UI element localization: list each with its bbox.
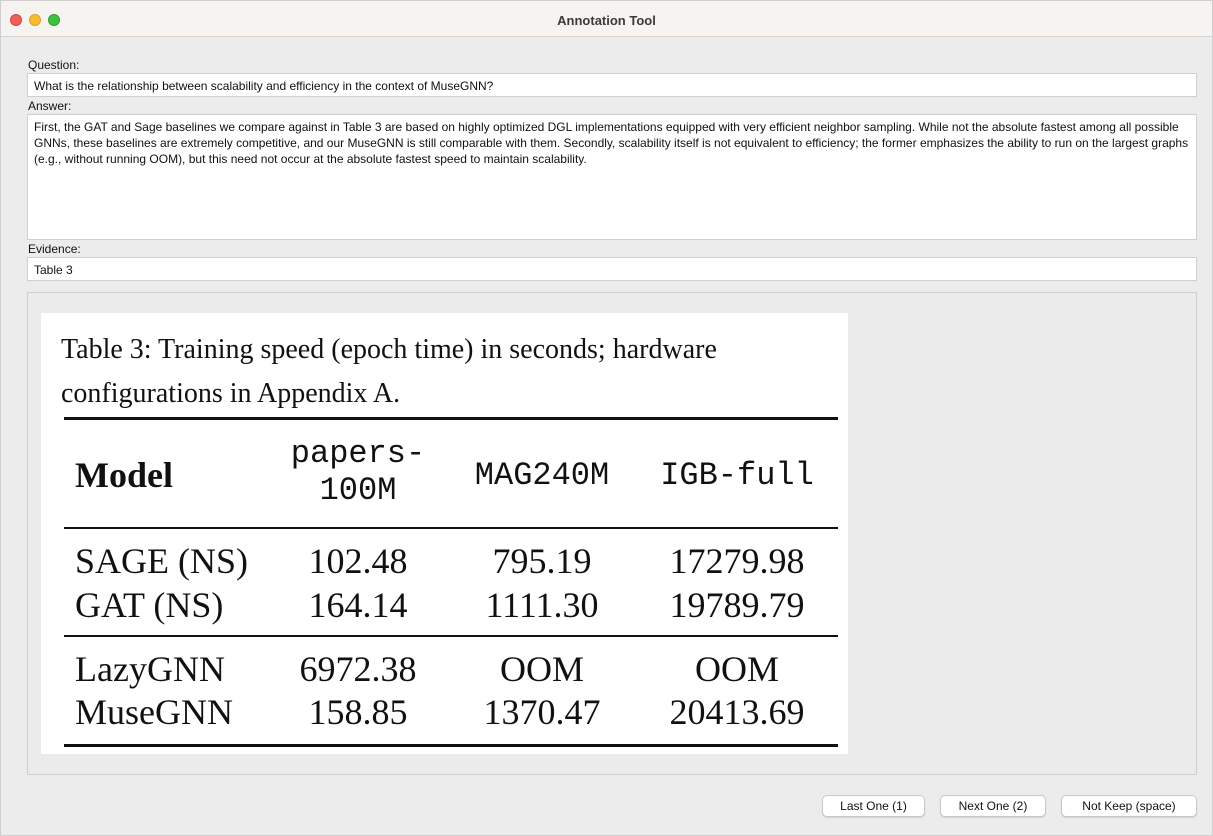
- row-3-igb-full: OOM: [694, 649, 779, 689]
- title-bar: Annotation Tool: [1, 1, 1212, 37]
- window-title: Annotation Tool: [557, 13, 656, 28]
- header-model: Model: [75, 455, 173, 495]
- table-caption-line-1: Table 3: Training speed (epoch time) in …: [61, 334, 717, 365]
- row-4-mag240m: 1370.47: [483, 692, 601, 732]
- row-1-mag240m: 795.19: [492, 541, 592, 581]
- row-2-papers: 164.14: [308, 585, 408, 625]
- answer-label: Answer:: [28, 99, 72, 113]
- row-1-model: SAGE (NS): [75, 541, 249, 581]
- row-4-papers: 158.85: [308, 692, 408, 732]
- row-3-mag240m: OOM: [499, 649, 584, 689]
- header-papers-line-2: 100M: [319, 472, 397, 509]
- evidence-table-image: Table 3: Training speed (epoch time) in …: [41, 313, 848, 754]
- evidence-label: Evidence:: [28, 242, 81, 256]
- annotation-tool-window: Annotation Tool Question: What is the re…: [0, 0, 1213, 836]
- row-2-model: GAT (NS): [75, 585, 224, 625]
- row-3-model: LazyGNN: [75, 649, 225, 689]
- table-bottom-rule: [64, 744, 838, 747]
- table-top-rule: [64, 417, 838, 420]
- row-2-mag240m: 1111.30: [485, 585, 599, 625]
- table-caption-line-2: configurations in Appendix A.: [61, 378, 401, 409]
- header-igb-full: IGB-full: [660, 457, 814, 494]
- last-one-button[interactable]: Last One (1): [822, 795, 925, 817]
- answer-field[interactable]: First, the GAT and Sage baselines we com…: [27, 114, 1197, 240]
- row-4-model: MuseGNN: [75, 692, 233, 732]
- table-group-rule: [64, 635, 838, 637]
- header-mag240m: MAG240M: [474, 457, 610, 494]
- row-3-papers: 6972.38: [299, 649, 417, 689]
- table-header-rule: [64, 527, 838, 529]
- header-papers-line-1: papers-: [290, 435, 426, 472]
- question-field[interactable]: What is the relationship between scalabi…: [27, 73, 1197, 97]
- evidence-field[interactable]: Table 3: [27, 257, 1197, 281]
- row-2-igb-full: 19789.79: [669, 585, 805, 625]
- row-4-igb-full: 20413.69: [669, 692, 805, 732]
- question-label: Question:: [28, 58, 80, 72]
- row-1-papers: 102.48: [308, 541, 408, 581]
- row-1-igb-full: 17279.98: [669, 541, 805, 581]
- next-one-button[interactable]: Next One (2): [940, 795, 1046, 817]
- not-keep-button[interactable]: Not Keep (space): [1061, 795, 1197, 817]
